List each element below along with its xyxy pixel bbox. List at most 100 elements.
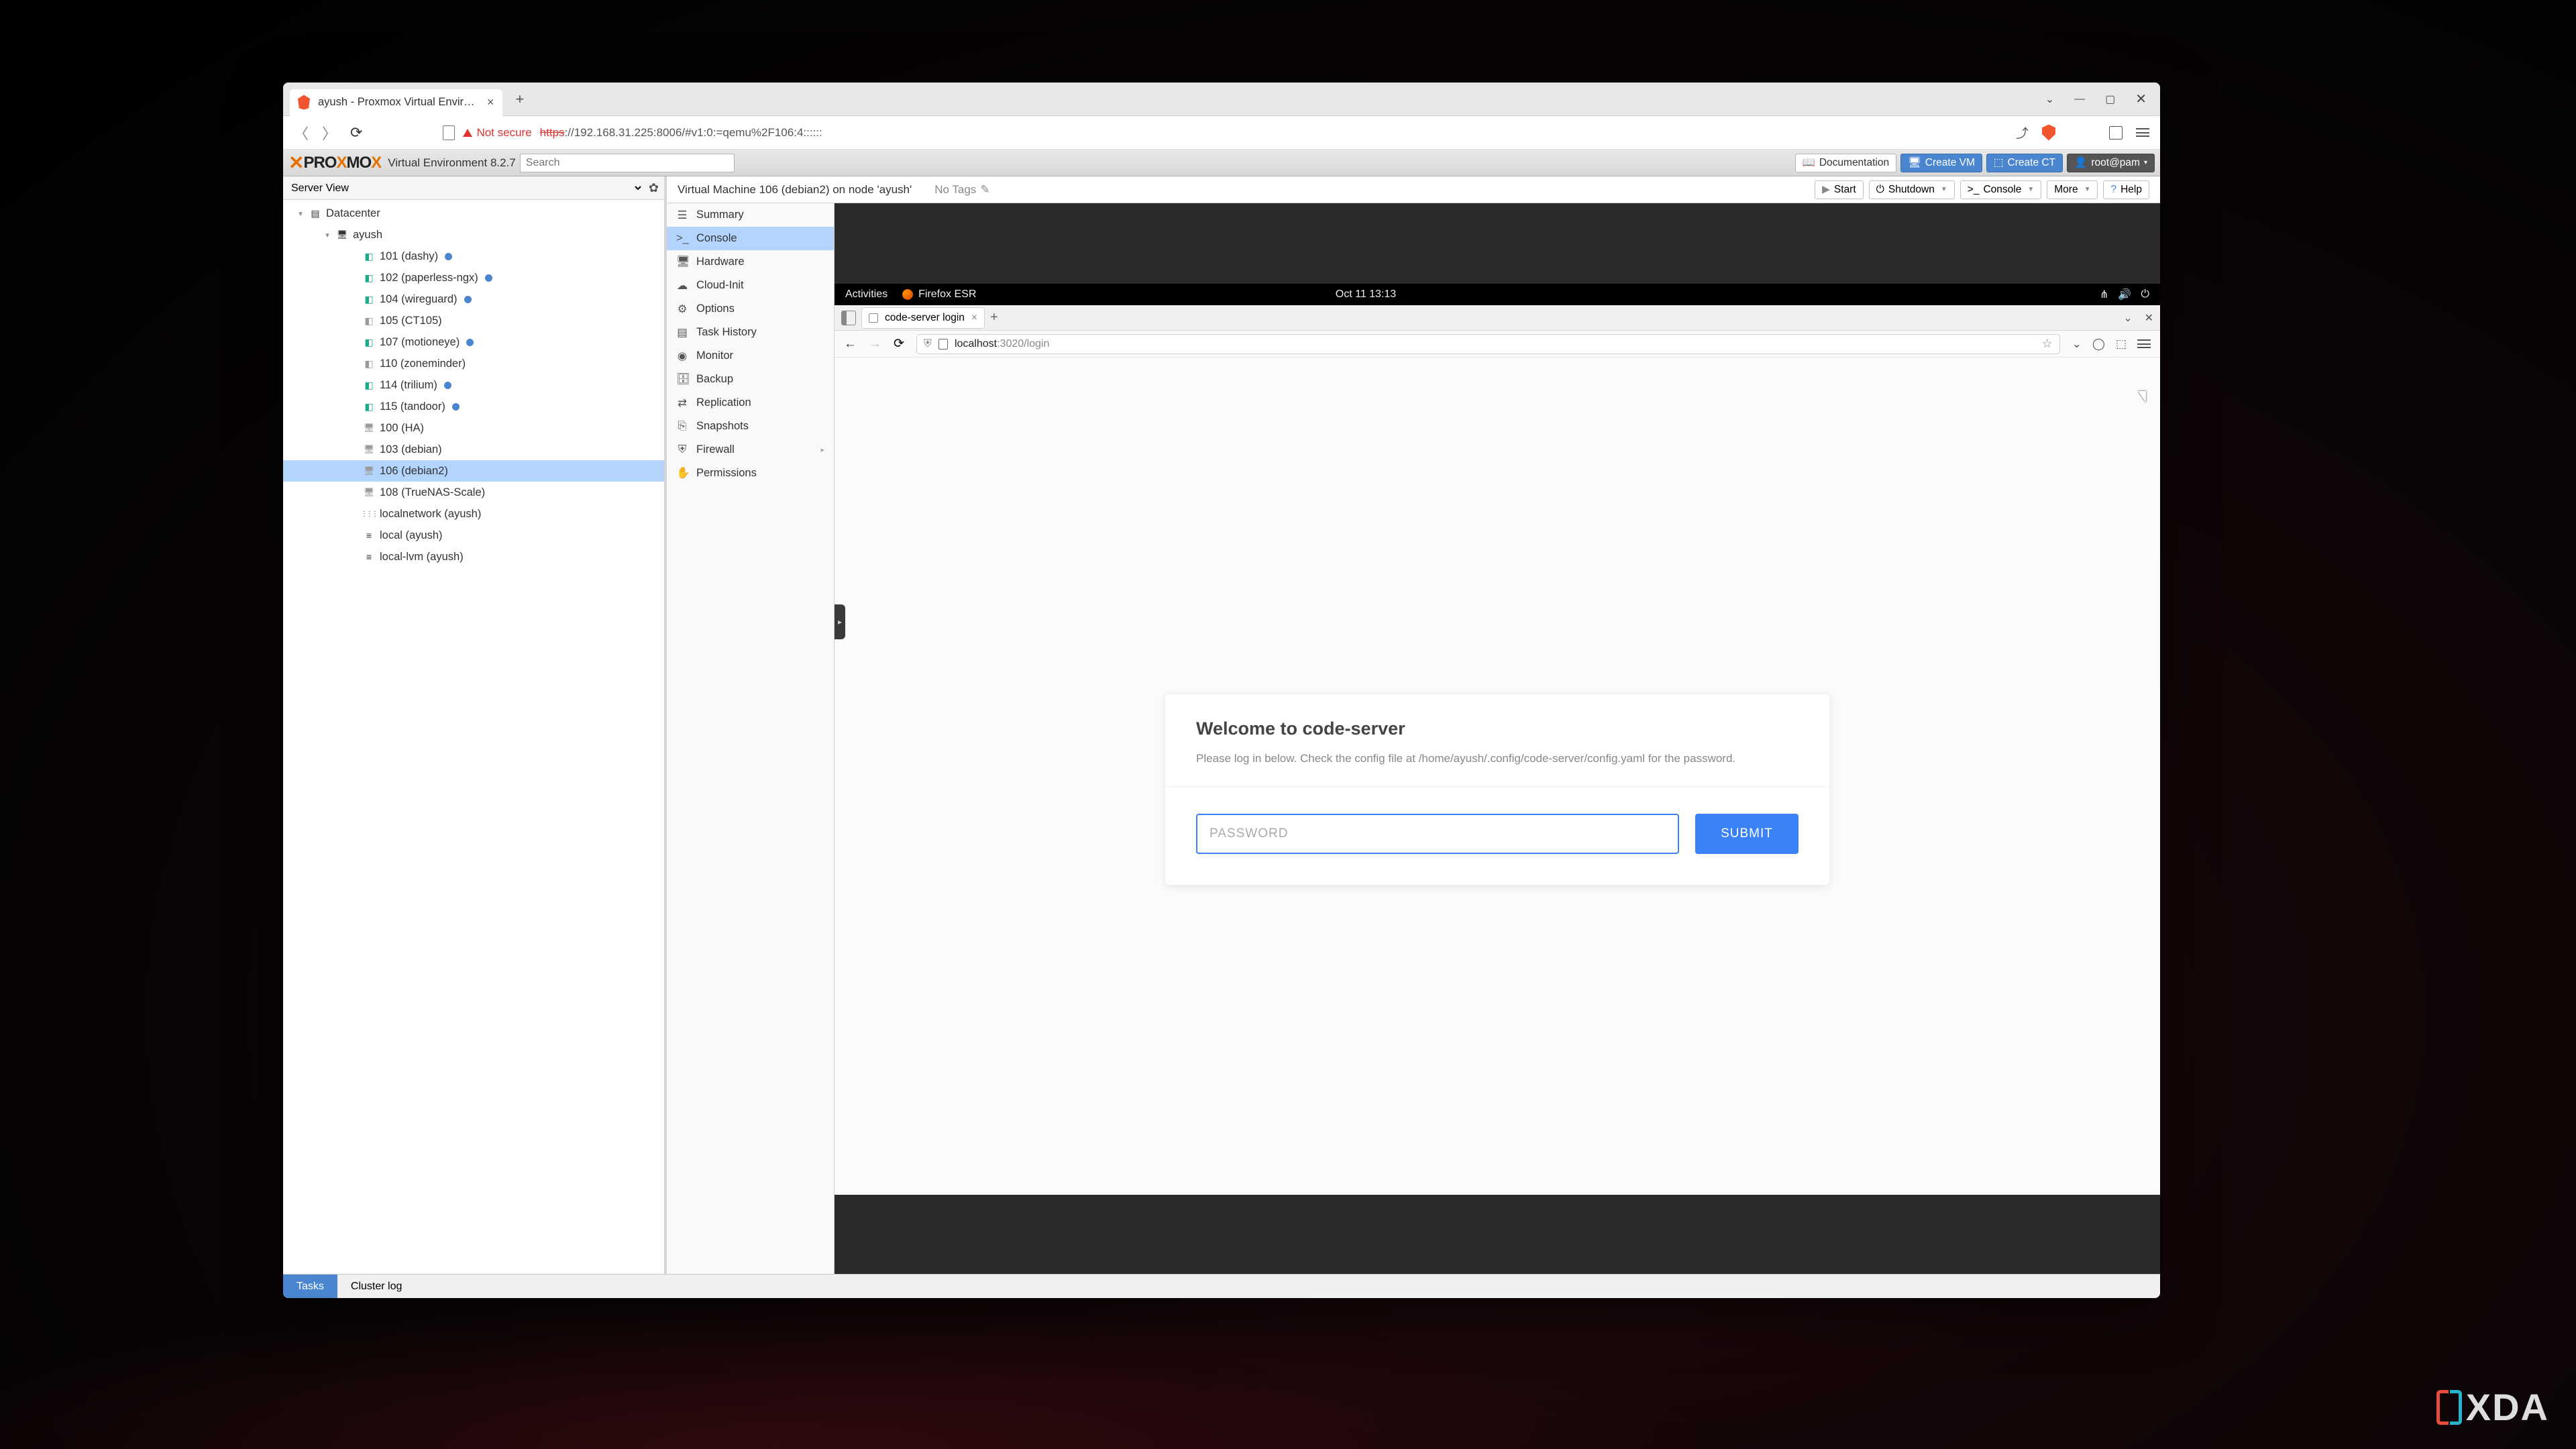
minimize-button[interactable]: —: [2074, 93, 2085, 105]
gear-icon[interactable]: ✿: [649, 181, 659, 195]
shutdown-button[interactable]: ⏻Shutdown▼: [1869, 180, 1955, 199]
firefox-menu-icon[interactable]: [2137, 339, 2151, 348]
share-icon[interactable]: ⤴: [2016, 123, 2029, 142]
tree-node[interactable]: ▾ayush: [283, 224, 664, 246]
menu-item-options[interactable]: ⚙Options: [667, 297, 834, 321]
not-secure-badge[interactable]: Not secure: [463, 126, 531, 140]
browser-window: ayush - Proxmox Virtual Environment × + …: [283, 83, 2160, 1298]
sidebar-toggle-icon[interactable]: [841, 311, 856, 325]
tree-node[interactable]: 102 (paperless-ngx): [283, 267, 664, 288]
ff-reload-button[interactable]: ⟳: [894, 336, 904, 352]
documentation-button[interactable]: 📖Documentation: [1795, 154, 1897, 172]
view-select[interactable]: Server View: [288, 182, 643, 195]
help-button[interactable]: ?Help: [2103, 180, 2149, 199]
close-icon[interactable]: ✕: [2145, 311, 2153, 325]
tree-node[interactable]: 105 (CT105): [283, 310, 664, 331]
menu-item-cloud-init[interactable]: ☁Cloud-Init: [667, 274, 834, 297]
chevron-down-icon[interactable]: ⌄: [2123, 311, 2132, 325]
terminal-icon: >_: [1968, 184, 1980, 196]
browser-address-bar: 〈 〉 ⟳ Not secure https://192.168.31.225:…: [283, 116, 2160, 150]
brave-icon: [298, 95, 310, 110]
bookmark-icon[interactable]: [443, 125, 455, 140]
menu-item-snapshots[interactable]: ⎘Snapshots: [667, 415, 834, 438]
brave-shield-icon[interactable]: [2042, 125, 2055, 141]
tree-node[interactable]: 110 (zoneminder): [283, 353, 664, 374]
proxmox-logo[interactable]: ✕PROXMOX: [288, 152, 381, 174]
menu-item-firewall[interactable]: ⛨Firewall▸: [667, 438, 834, 462]
menu-icon[interactable]: [2136, 128, 2149, 137]
volume-icon[interactable]: 🔊: [2118, 288, 2131, 301]
expand-handle[interactable]: ▸: [835, 604, 845, 639]
menu-item-permissions[interactable]: ✋Permissions: [667, 462, 834, 485]
extensions-icon[interactable]: [2109, 126, 2123, 140]
chevron-down-icon[interactable]: ⌄: [2045, 93, 2054, 106]
search-input[interactable]: [520, 154, 735, 172]
node-icon: [362, 251, 376, 262]
tree-node[interactable]: local (ayush): [283, 525, 664, 546]
maximize-button[interactable]: ▢: [2105, 93, 2115, 106]
tree-node[interactable]: localnetwork (ayush): [283, 503, 664, 525]
tree-node[interactable]: 104 (wireguard): [283, 288, 664, 310]
no-tags-label[interactable]: No Tags✎: [934, 183, 989, 197]
browser-tab[interactable]: ayush - Proxmox Virtual Environment ×: [290, 89, 502, 116]
menu-icon: ⇄: [676, 396, 688, 410]
ff-back-button[interactable]: ←: [844, 337, 857, 352]
extensions-icon[interactable]: ⬚: [2116, 337, 2127, 351]
focused-app[interactable]: Firefox ESR: [902, 288, 976, 301]
star-icon[interactable]: ☆: [2042, 337, 2053, 351]
activities-button[interactable]: Activities: [845, 288, 888, 301]
firefox-new-tab[interactable]: +: [990, 310, 998, 325]
tree-node[interactable]: 100 (HA): [283, 417, 664, 439]
menu-item-monitor[interactable]: ◉Monitor: [667, 344, 834, 368]
tree-node[interactable]: 101 (dashy): [283, 246, 664, 267]
back-button[interactable]: 〈: [294, 122, 309, 144]
console-button[interactable]: >_Console▼: [1960, 180, 2041, 199]
tree-view-selector[interactable]: Server View ✿: [283, 176, 664, 200]
pencil-icon[interactable]: ✎: [980, 183, 989, 197]
user-menu-button[interactable]: 👤root@pam ▾: [2067, 154, 2155, 172]
tree-node[interactable]: 107 (motioneye): [283, 331, 664, 353]
menu-icon: 🗄: [676, 373, 688, 386]
status-dot: [485, 274, 492, 282]
tasks-tab[interactable]: Tasks: [283, 1275, 337, 1298]
close-button[interactable]: ✕: [2135, 91, 2147, 107]
tab-close-icon[interactable]: ×: [487, 95, 494, 109]
menu-item-console[interactable]: >_Console: [667, 227, 834, 250]
tree-node[interactable]: 108 (TrueNAS-Scale): [283, 482, 664, 503]
menu-item-summary[interactable]: ☰Summary: [667, 203, 834, 227]
power-icon[interactable]: ⏻: [2141, 288, 2149, 301]
network-icon[interactable]: ⋔: [2100, 288, 2108, 301]
tab-close-icon[interactable]: ×: [971, 312, 977, 324]
pocket-icon[interactable]: ⌄: [2072, 337, 2082, 351]
menu-item-replication[interactable]: ⇄Replication: [667, 391, 834, 415]
login-description: Please log in below. Check the config fi…: [1196, 750, 1799, 767]
tree-node[interactable]: 106 (debian2): [283, 460, 664, 482]
clock[interactable]: Oct 11 13:13: [1336, 288, 1396, 301]
cluster-log-tab[interactable]: Cluster log: [337, 1275, 415, 1298]
create-vm-button[interactable]: 🖥Create VM: [1900, 154, 1982, 172]
tree-node[interactable]: local-lvm (ayush): [283, 546, 664, 568]
xda-watermark: XDA: [2436, 1385, 2549, 1429]
url-field[interactable]: Not secure https://192.168.31.225:8006/#…: [376, 125, 2002, 140]
menu-item-backup[interactable]: 🗄Backup: [667, 368, 834, 391]
menu-item-hardware[interactable]: 🖥Hardware: [667, 250, 834, 274]
tree-node[interactable]: 103 (debian): [283, 439, 664, 460]
new-tab-button[interactable]: +: [516, 91, 525, 108]
tree-node[interactable]: 114 (trilium): [283, 374, 664, 396]
more-button[interactable]: More▼: [2047, 180, 2098, 199]
firefox-tab[interactable]: code-server login ×: [861, 307, 985, 329]
ff-forward-button[interactable]: →: [869, 337, 881, 352]
lock-icon[interactable]: [938, 339, 948, 350]
password-input[interactable]: [1196, 814, 1679, 854]
submit-button[interactable]: SUBMIT: [1695, 814, 1799, 854]
forward-button[interactable]: 〉: [322, 122, 337, 144]
tree-node[interactable]: ▾Datacenter: [283, 203, 664, 224]
create-ct-button[interactable]: ⬚Create CT: [1986, 154, 2063, 172]
menu-item-task-history[interactable]: ▤Task History: [667, 321, 834, 344]
reload-button[interactable]: ⟳: [350, 124, 362, 142]
tree-node[interactable]: 115 (tandoor): [283, 396, 664, 417]
account-icon[interactable]: ◯: [2092, 337, 2105, 351]
shield-icon[interactable]: ⛨: [924, 338, 932, 350]
firefox-url-field[interactable]: ⛨ localhost:3020/login ☆: [916, 334, 2060, 354]
start-button[interactable]: ▶Start: [1815, 180, 1864, 199]
